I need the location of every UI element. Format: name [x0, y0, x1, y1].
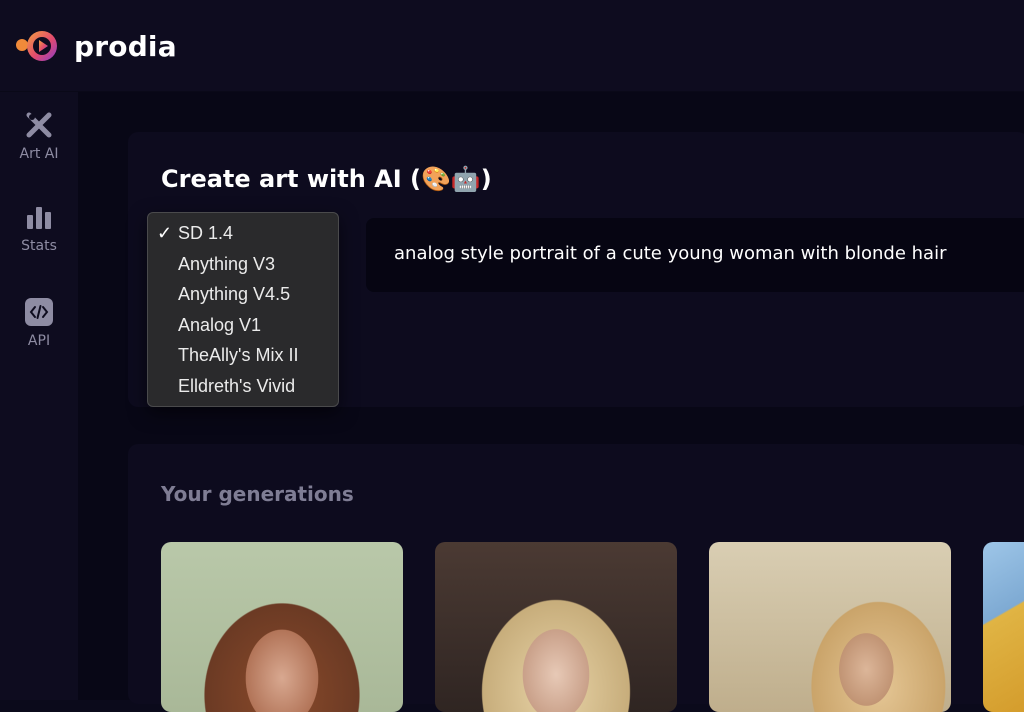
- model-option-anything-v3[interactable]: Anything V3: [148, 249, 338, 280]
- prodia-logo-icon: [16, 31, 57, 61]
- model-option-label: Elldreth's Vivid: [178, 375, 296, 396]
- model-option-sd-1-4[interactable]: ✓ SD 1.4: [148, 218, 338, 249]
- sidebar-item-label: Stats: [21, 238, 57, 254]
- page-title: Create art with AI (🎨🤖): [161, 165, 492, 193]
- code-icon: [24, 297, 54, 327]
- model-option-anything-v4-5[interactable]: Anything V4.5: [148, 279, 338, 310]
- generations-panel: Your generations: [128, 444, 1024, 712]
- model-dropdown-menu[interactable]: ✓ SD 1.4 Anything V3 Anything V4.5 Analo…: [147, 212, 339, 407]
- prompt-text: analog style portrait of a cute young wo…: [394, 243, 947, 264]
- brand-name: prodia: [74, 29, 177, 63]
- model-option-analog-v1[interactable]: Analog V1: [148, 310, 338, 341]
- model-option-theally-mix-ii[interactable]: TheAlly's Mix II: [148, 340, 338, 371]
- sidebar: Art AI Stats API: [0, 92, 78, 700]
- section-title: Your generations: [161, 482, 354, 506]
- top-header: prodia: [0, 0, 1024, 92]
- art-ai-icon: [24, 110, 54, 140]
- model-option-label: SD 1.4: [178, 223, 234, 243]
- prodia-logo[interactable]: prodia: [14, 24, 177, 68]
- generation-image[interactable]: [983, 542, 1024, 712]
- sidebar-item-label: Art AI: [19, 146, 59, 162]
- sidebar-item-art-ai[interactable]: Art AI: [0, 110, 78, 162]
- sidebar-item-api[interactable]: API: [0, 297, 78, 349]
- sidebar-item-stats[interactable]: Stats: [0, 202, 78, 254]
- generation-image[interactable]: [435, 542, 677, 712]
- bar-chart-icon: [24, 202, 54, 232]
- prompt-input[interactable]: analog style portrait of a cute young wo…: [366, 218, 1024, 292]
- model-option-elldreth-vivid[interactable]: Elldreth's Vivid: [148, 371, 338, 402]
- model-option-label: Anything V4.5: [178, 284, 291, 305]
- generation-image[interactable]: [161, 542, 403, 712]
- sidebar-item-label: API: [27, 333, 51, 349]
- model-option-label: Anything V3: [178, 253, 276, 274]
- model-option-label: Analog V1: [178, 314, 262, 335]
- generation-image[interactable]: [709, 542, 951, 712]
- checkmark-icon: ✓: [157, 223, 173, 243]
- model-option-label: TheAlly's Mix II: [178, 345, 299, 366]
